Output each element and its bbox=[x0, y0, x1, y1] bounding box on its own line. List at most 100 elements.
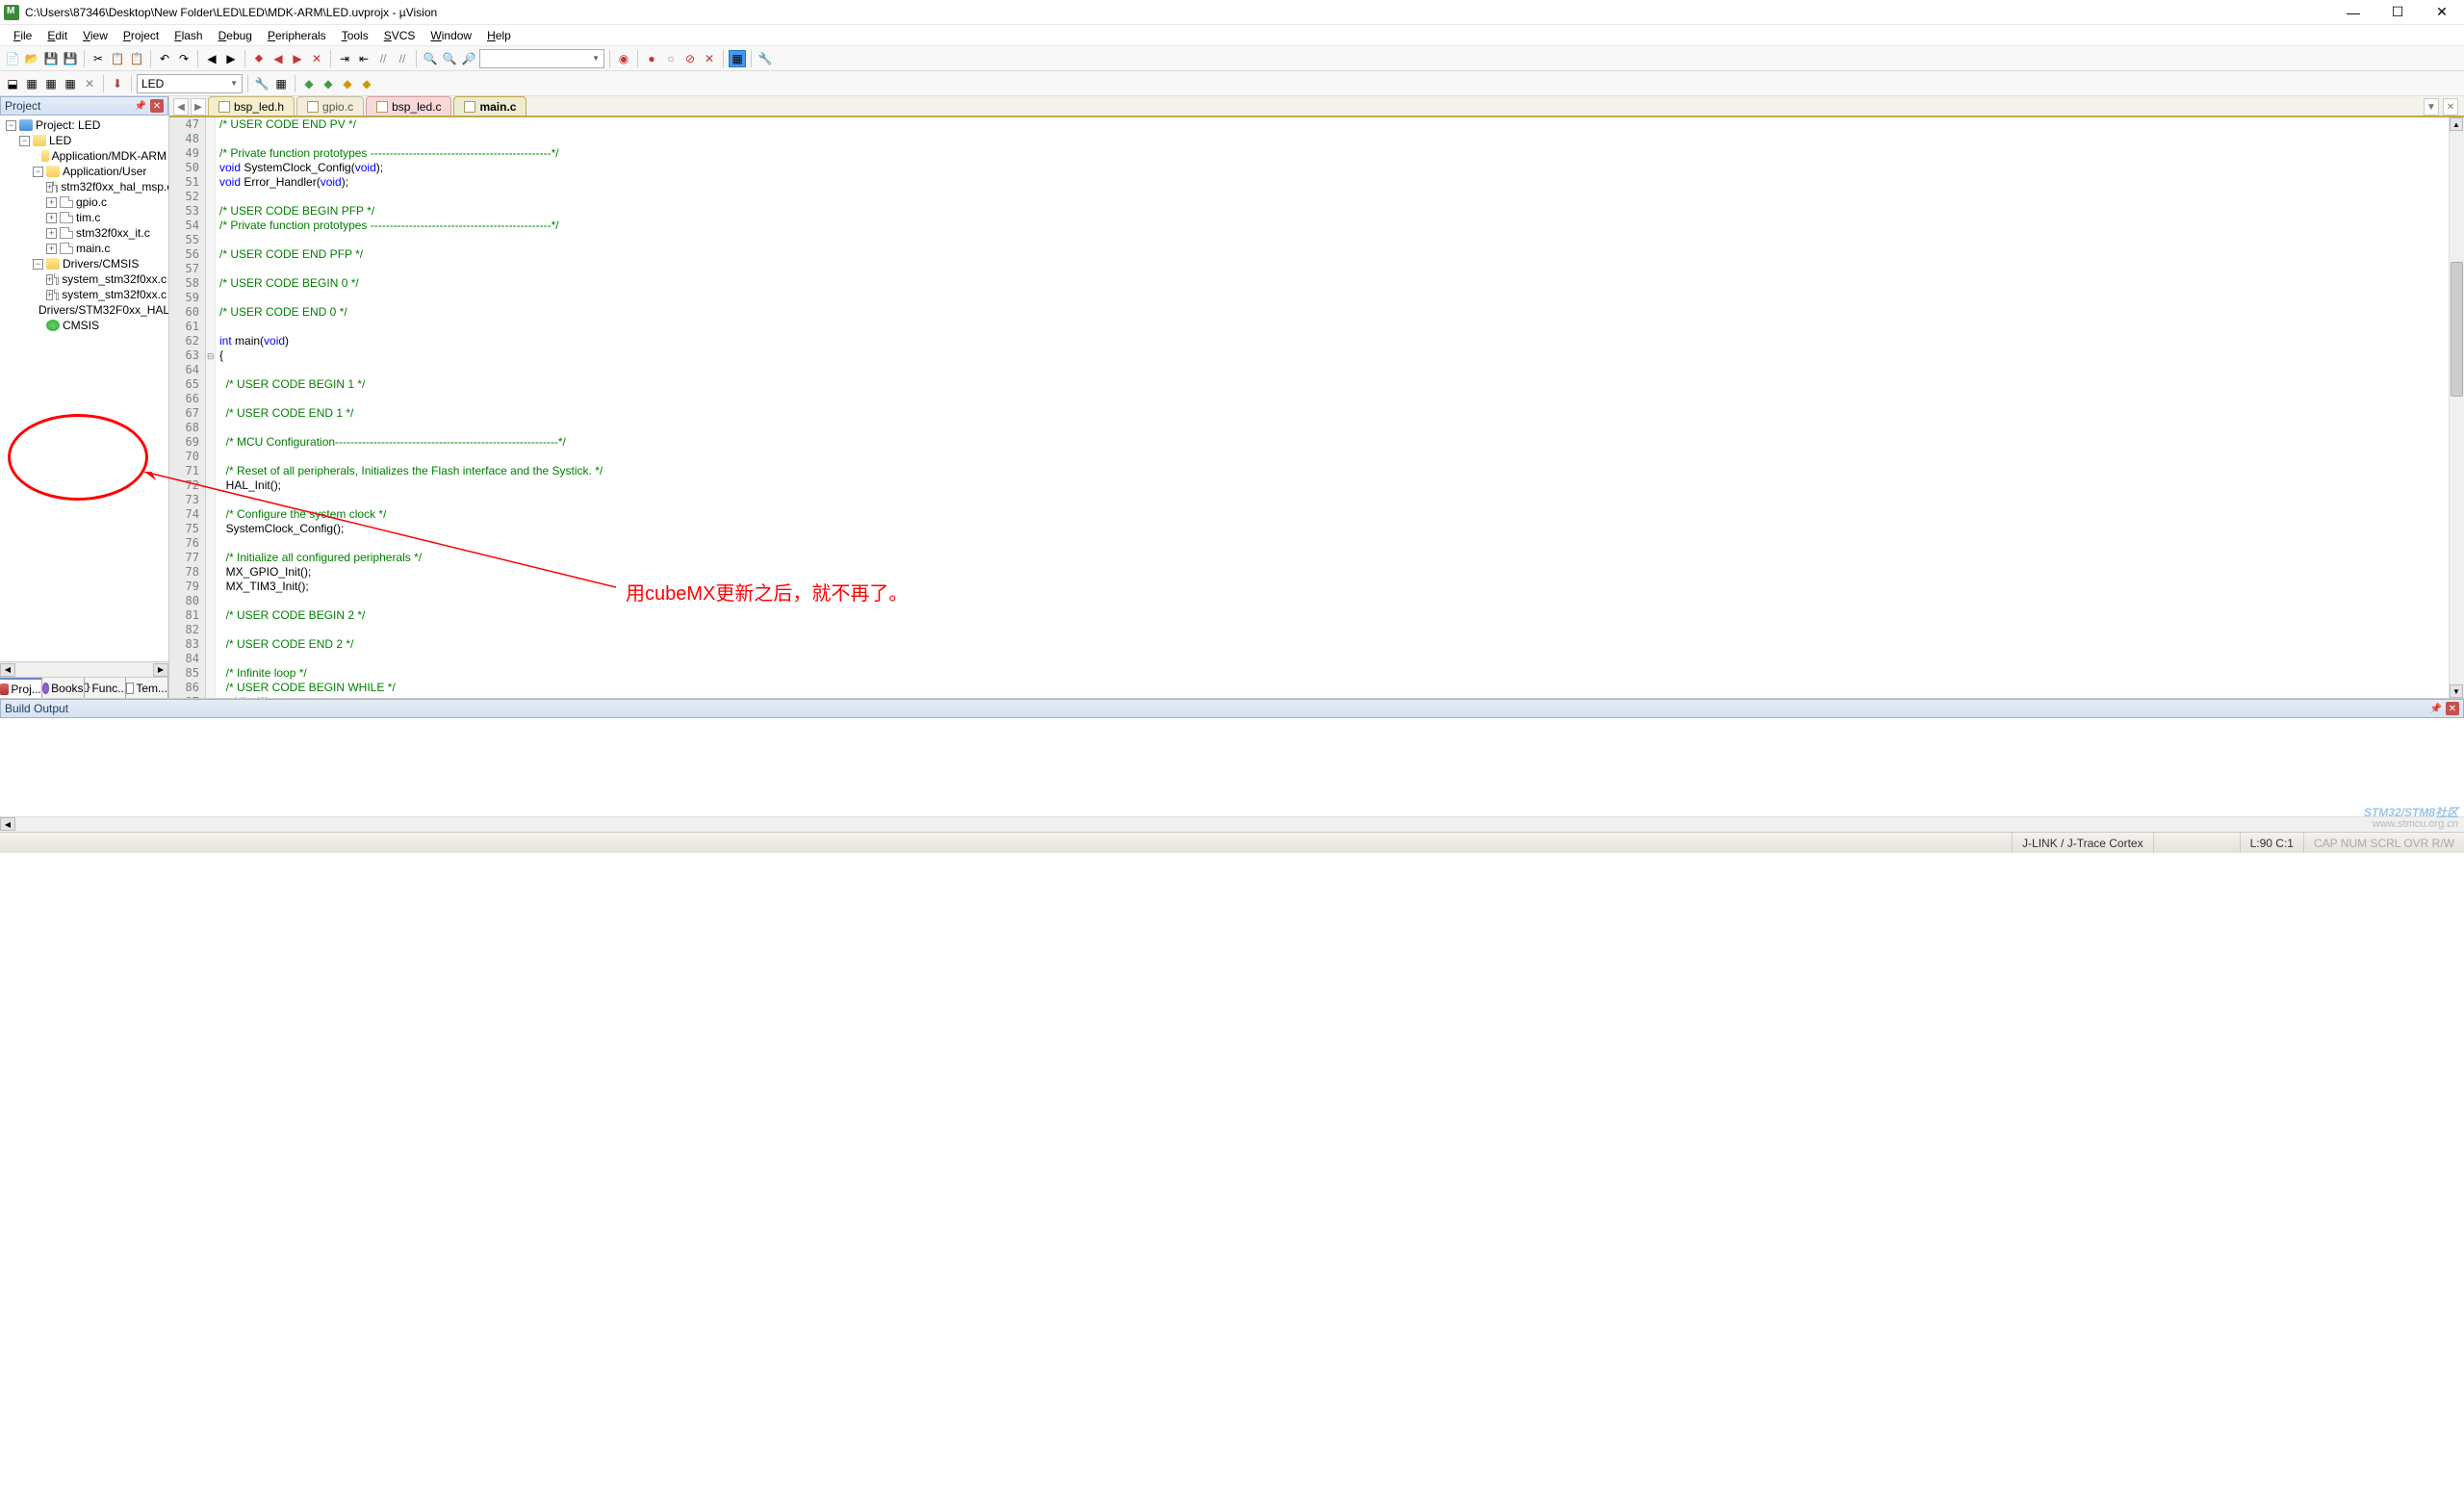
tree-group-3[interactable]: Drivers/STM32F0xx_HAL bbox=[2, 302, 167, 318]
minimize-button[interactable]: — bbox=[2331, 0, 2375, 25]
bookmark-clear-icon[interactable]: ✕ bbox=[308, 50, 325, 67]
bookmark-prev-icon[interactable]: ◀ bbox=[270, 50, 287, 67]
config-icon[interactable]: 🔧 bbox=[757, 50, 774, 67]
find-icon[interactable]: 🔍 bbox=[422, 50, 439, 67]
close-button[interactable]: ✕ bbox=[2420, 0, 2464, 25]
stop-build-icon[interactable]: ✕ bbox=[81, 75, 98, 92]
scroll-up-icon[interactable]: ▲ bbox=[2450, 117, 2463, 131]
redo-icon[interactable]: ↷ bbox=[175, 50, 192, 67]
scroll-down-icon[interactable]: ▼ bbox=[2450, 684, 2463, 698]
panel-close-icon[interactable]: ✕ bbox=[2446, 702, 2459, 715]
panel-close-icon[interactable]: ✕ bbox=[150, 99, 164, 113]
scroll-thumb[interactable] bbox=[2451, 262, 2463, 397]
undo-icon[interactable]: ↶ bbox=[156, 50, 173, 67]
bookmark-next-icon[interactable]: ▶ bbox=[289, 50, 306, 67]
rte-icon[interactable]: ◆ bbox=[339, 75, 356, 92]
tree-file-1-4[interactable]: +main.c bbox=[2, 241, 167, 256]
breakpoint-insert-icon[interactable]: ● bbox=[643, 50, 660, 67]
tree-file-1-1[interactable]: +gpio.c bbox=[2, 194, 167, 210]
nav-back-icon[interactable]: ◀ bbox=[203, 50, 220, 67]
scroll-left-icon[interactable]: ◀ bbox=[0, 663, 15, 677]
books-icon[interactable]: ◆ bbox=[358, 75, 375, 92]
editor-tab-bsp_led-h[interactable]: bsp_led.h bbox=[208, 96, 295, 116]
translate-icon[interactable]: ⬓ bbox=[4, 75, 21, 92]
tree-file-1-3[interactable]: +stm32f0xx_it.c bbox=[2, 225, 167, 241]
editor-tab-bsp_led-c[interactable]: bsp_led.c bbox=[366, 96, 451, 116]
copy-icon[interactable]: 📋 bbox=[109, 50, 126, 67]
menu-flash[interactable]: Flash bbox=[167, 26, 210, 45]
tab-nav-next-icon[interactable]: ▶ bbox=[191, 98, 206, 116]
comment-icon[interactable]: // bbox=[374, 50, 392, 67]
tab-close-icon[interactable]: ✕ bbox=[2443, 98, 2458, 116]
new-file-icon[interactable]: 📄 bbox=[4, 50, 21, 67]
bookmark-icon[interactable]: ⬥ bbox=[250, 50, 268, 67]
vertical-scrollbar[interactable]: ▲ ▼ bbox=[2449, 117, 2464, 698]
statusbar: J-LINK / J-Trace Cortex L:90 C:1 CAP NUM… bbox=[0, 832, 2464, 853]
scroll-right-icon[interactable]: ▶ bbox=[153, 663, 168, 677]
indent-icon[interactable]: ⇥ bbox=[336, 50, 353, 67]
tree-file-1-0[interactable]: +stm32f0xx_hal_msp.c bbox=[2, 179, 167, 194]
build-icon[interactable]: ▦ bbox=[23, 75, 40, 92]
saveall-icon[interactable]: 💾 bbox=[62, 50, 79, 67]
outdent-icon[interactable]: ⇤ bbox=[355, 50, 372, 67]
tree-target[interactable]: −LED bbox=[2, 133, 167, 148]
find-combo[interactable]: ▼ bbox=[479, 49, 604, 68]
tree-group-4[interactable]: CMSIS bbox=[2, 318, 167, 333]
batch-icon[interactable]: ▦ bbox=[62, 75, 79, 92]
menu-window[interactable]: Window bbox=[423, 26, 479, 45]
breakpoint-disable-icon[interactable]: ⊘ bbox=[681, 50, 699, 67]
build-output-body[interactable] bbox=[0, 718, 2464, 816]
rebuild-icon[interactable]: ▦ bbox=[42, 75, 60, 92]
menu-tools[interactable]: Tools bbox=[334, 26, 376, 45]
breakpoint-kill-icon[interactable]: ✕ bbox=[701, 50, 718, 67]
tree-tab-tem[interactable]: Tem... bbox=[126, 678, 168, 698]
tree-tab-proj[interactable]: Proj... bbox=[0, 678, 42, 698]
paste-icon[interactable]: 📋 bbox=[128, 50, 145, 67]
tree-tab-books[interactable]: Books bbox=[42, 678, 85, 698]
window-icon[interactable]: ▦ bbox=[729, 50, 746, 67]
tree-tab-func[interactable]: {}Func... bbox=[85, 678, 127, 698]
incsearch-icon[interactable]: 🔎 bbox=[460, 50, 477, 67]
tab-list-icon[interactable]: ▼ bbox=[2424, 98, 2439, 116]
project-tree[interactable]: −Project: LED−LED Application/MDK-ARM−Ap… bbox=[0, 116, 168, 661]
menu-file[interactable]: File bbox=[6, 26, 39, 45]
findfiles-icon[interactable]: 🔍 bbox=[441, 50, 458, 67]
tab-nav-prev-icon[interactable]: ◀ bbox=[173, 98, 189, 116]
menu-debug[interactable]: Debug bbox=[211, 26, 260, 45]
manage-icon[interactable]: ◆ bbox=[300, 75, 318, 92]
cut-icon[interactable]: ✂ bbox=[90, 50, 107, 67]
tree-file-2-0[interactable]: +system_stm32f0xx.c bbox=[2, 271, 167, 287]
uncomment-icon[interactable]: // bbox=[394, 50, 411, 67]
editor-tab-main-c[interactable]: main.c bbox=[453, 96, 526, 116]
pin-icon[interactable]: 📌 bbox=[2430, 704, 2442, 714]
open-file-icon[interactable]: 📂 bbox=[23, 50, 40, 67]
menu-help[interactable]: Help bbox=[479, 26, 519, 45]
menu-project[interactable]: Project bbox=[116, 26, 167, 45]
tree-group-1[interactable]: −Application/User bbox=[2, 164, 167, 179]
tree-hscroll[interactable]: ◀ ▶ bbox=[0, 661, 168, 677]
nav-fwd-icon[interactable]: ▶ bbox=[222, 50, 240, 67]
filext-icon[interactable]: ▦ bbox=[272, 75, 290, 92]
save-icon[interactable]: 💾 bbox=[42, 50, 60, 67]
tree-group-2[interactable]: −Drivers/CMSIS bbox=[2, 256, 167, 271]
pin-icon[interactable]: 📌 bbox=[135, 101, 146, 112]
packinst-icon[interactable]: ◆ bbox=[320, 75, 337, 92]
tree-project-root[interactable]: −Project: LED bbox=[2, 117, 167, 133]
breakpoint-enable-icon[interactable]: ○ bbox=[662, 50, 680, 67]
menu-view[interactable]: View bbox=[75, 26, 116, 45]
debug-icon[interactable]: ◉ bbox=[615, 50, 632, 67]
maximize-button[interactable]: ☐ bbox=[2375, 0, 2420, 25]
editor-tab-gpio-c[interactable]: gpio.c bbox=[296, 96, 364, 116]
menu-edit[interactable]: Edit bbox=[39, 26, 75, 45]
tree-file-1-2[interactable]: +tim.c bbox=[2, 210, 167, 225]
scroll-left-icon[interactable]: ◀ bbox=[0, 817, 15, 831]
target-combo[interactable]: LED▼ bbox=[137, 74, 243, 93]
tree-file-2-1[interactable]: +system_stm32f0xx.c bbox=[2, 287, 167, 302]
menu-svcs[interactable]: SVCS bbox=[376, 26, 424, 45]
download-icon[interactable]: ⬇ bbox=[109, 75, 126, 92]
build-hscroll[interactable]: ◀ bbox=[0, 816, 2464, 832]
tree-group-0[interactable]: Application/MDK-ARM bbox=[2, 148, 167, 164]
code-editor[interactable]: 4748495051525354555657585960616263646566… bbox=[169, 117, 2464, 698]
options-icon[interactable]: 🔧 bbox=[253, 75, 270, 92]
menu-peripherals[interactable]: Peripherals bbox=[260, 26, 334, 45]
